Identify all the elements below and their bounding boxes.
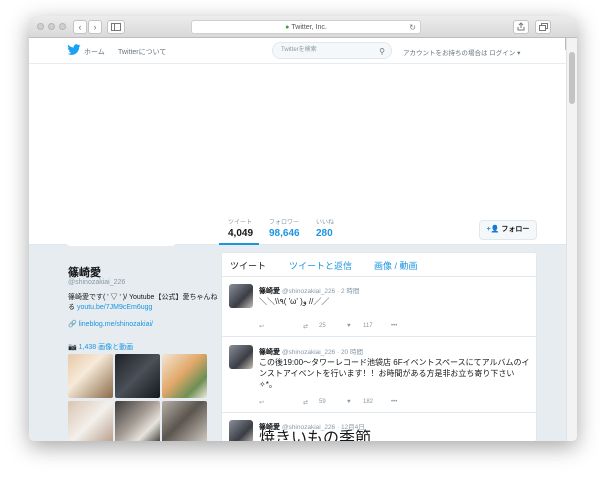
profile-website-text: lineblog.me/shinozakiai/ <box>78 321 153 328</box>
add-person-icon: +👤 <box>486 226 500 233</box>
like-icon[interactable]: ♥ <box>347 323 351 329</box>
nav-home-link[interactable]: ホーム <box>84 47 105 57</box>
forward-button[interactable]: › <box>88 20 102 34</box>
tweet[interactable]: 篠崎愛 @shinozakiai_226 · 12月4日 焼きいもの季節 <box>222 413 536 441</box>
lock-icon: ● <box>285 24 290 31</box>
media-section-link[interactable]: 📷 1,438 画像と動画 <box>68 342 133 352</box>
url-text: Twitter, Inc. <box>291 24 327 31</box>
stat-likes[interactable]: いいね 280 <box>316 217 334 239</box>
retweet-count: 25 <box>319 323 326 329</box>
share-button[interactable] <box>513 20 529 34</box>
timeline-tabs: ツイート ツイートと返信 画像 / 動画 <box>222 253 536 277</box>
tweet-text: ＼＼\\٩( 'ω' )و //／／ <box>259 297 330 306</box>
retweet-icon[interactable]: ⇄ <box>303 323 308 330</box>
link-icon: 🔗 <box>68 321 77 328</box>
stat-tweets-value: 4,049 <box>228 228 254 239</box>
reload-icon[interactable]: ↻ <box>409 21 416 34</box>
more-icon[interactable]: ••• <box>391 399 397 405</box>
like-icon[interactable]: ♥ <box>347 399 351 405</box>
back-button[interactable]: ‹ <box>73 20 87 34</box>
reply-icon[interactable]: ↩ <box>259 323 264 330</box>
retweet-icon[interactable]: ⇄ <box>303 399 308 406</box>
media-thumbnail[interactable] <box>68 401 113 441</box>
tab-tweets-and-replies[interactable]: ツイートと返信 <box>289 259 352 272</box>
search-placeholder: Twitterを検索 <box>281 47 317 53</box>
media-thumbnail[interactable] <box>68 354 113 398</box>
stat-followers-value: 98,646 <box>269 228 300 239</box>
search-icon[interactable]: ⚲ <box>379 44 385 59</box>
tweet[interactable]: 篠崎愛 @shinozakiai_226 · 20 時間 この後19:00〜タワ… <box>222 337 536 413</box>
media-thumbnail[interactable] <box>115 401 160 441</box>
stat-likes-label: いいね <box>316 220 335 226</box>
stat-tweets[interactable]: ツイート 4,049 <box>228 217 253 239</box>
tweet-avatar[interactable] <box>229 420 253 441</box>
stat-followers[interactable]: フォロワー 98,646 <box>269 217 300 239</box>
sidebar-toggle-button[interactable] <box>107 20 125 34</box>
address-bar[interactable]: ● Twitter, Inc. ↻ <box>191 20 421 34</box>
search-input[interactable]: Twitterを検索 ⚲ <box>272 42 392 59</box>
tabs-icon <box>538 23 548 31</box>
scrollbar-thumb[interactable] <box>569 52 575 104</box>
stat-followers-label: フォロワー <box>269 220 300 226</box>
minimize-window-icon[interactable] <box>48 23 55 30</box>
tweet-author-name: 篠崎愛 <box>259 349 280 356</box>
avatar[interactable] <box>65 234 177 246</box>
tab-media[interactable]: 画像 / 動画 <box>374 259 418 272</box>
tweet-meta: @shinozakiai_226 · 2 時間 <box>281 288 360 295</box>
tweet-author[interactable]: 篠崎愛 @shinozakiai_226 · 20 時間 <box>259 346 363 357</box>
tweet-author-name: 篠崎愛 <box>259 288 280 295</box>
reply-icon[interactable]: ↩ <box>259 399 264 406</box>
media-count-text: 1,438 画像と動画 <box>78 344 134 351</box>
browser-window: ‹ › ● Twitter, Inc. ↻ ホーム Twitterについて Twi… <box>29 16 577 441</box>
tweet-meta: @shinozakiai_226 · 20 時間 <box>281 349 363 356</box>
media-thumbnail[interactable] <box>115 354 160 398</box>
nav-about-link[interactable]: Twitterについて <box>118 47 166 57</box>
follow-button[interactable]: +👤 フォロー <box>479 220 537 240</box>
timeline: ツイート ツイートと返信 画像 / 動画 篠崎愛 @shinozakiai_22… <box>221 252 537 441</box>
retweet-count: 59 <box>319 399 326 405</box>
sidebar-icon <box>111 23 121 31</box>
twitter-navbar: ホーム Twitterについて Twitterを検索 ⚲ アカウントをお持ちの場… <box>29 38 577 64</box>
media-thumbnail[interactable] <box>162 401 207 441</box>
tweet-text: この後19:00〜タワーレコード池袋店 6Fイベントスペースにてアルバムのインス… <box>259 358 530 389</box>
tabs-overview-button[interactable] <box>535 20 551 34</box>
stat-likes-value: 280 <box>316 228 333 239</box>
tweet-author[interactable]: 篠崎愛 @shinozakiai_226 · 2 時間 <box>259 285 359 296</box>
more-icon[interactable]: ••• <box>391 323 397 329</box>
tab-tweets[interactable]: ツイート <box>230 259 266 272</box>
profile-name: 篠崎愛 <box>68 267 101 279</box>
tweet[interactable]: 篠崎愛 @shinozakiai_226 · 2 時間 ＼＼\\٩( 'ω' )… <box>222 277 536 337</box>
profile-website[interactable]: 🔗 lineblog.me/shinozakiai/ <box>68 320 153 328</box>
browser-titlebar: ‹ › ● Twitter, Inc. ↻ <box>29 16 577 38</box>
share-icon <box>517 22 525 31</box>
stat-tweets-label: ツイート <box>228 220 253 226</box>
profile-handle[interactable]: @shinozakiai_226 <box>68 279 125 286</box>
login-link[interactable]: アカウントをお持ちの場合は ログイン ▾ <box>403 47 520 57</box>
camera-icon: 📷 <box>68 344 77 351</box>
like-count: 182 <box>363 399 374 405</box>
zoom-window-icon[interactable] <box>59 23 66 30</box>
tweet-avatar[interactable] <box>229 284 253 308</box>
media-thumbnail[interactable] <box>162 354 207 398</box>
twitter-bird-icon[interactable] <box>67 44 81 56</box>
like-count: 117 <box>363 323 373 329</box>
follow-button-label: フォロー <box>501 226 530 233</box>
page-scrollbar[interactable] <box>566 38 577 441</box>
tweet-avatar[interactable] <box>229 345 253 369</box>
bio-link[interactable]: youtu.be/7JM9cEm6ugg <box>77 304 153 311</box>
tweet-text: 焼きいもの季節 <box>259 430 372 441</box>
close-window-icon[interactable] <box>37 23 44 30</box>
profile-bio: 篠崎愛です( ' ▽ ' )/ Youtube【公式】愛ちゃんねる youtu.… <box>68 293 218 313</box>
profile-header-image <box>29 64 566 224</box>
